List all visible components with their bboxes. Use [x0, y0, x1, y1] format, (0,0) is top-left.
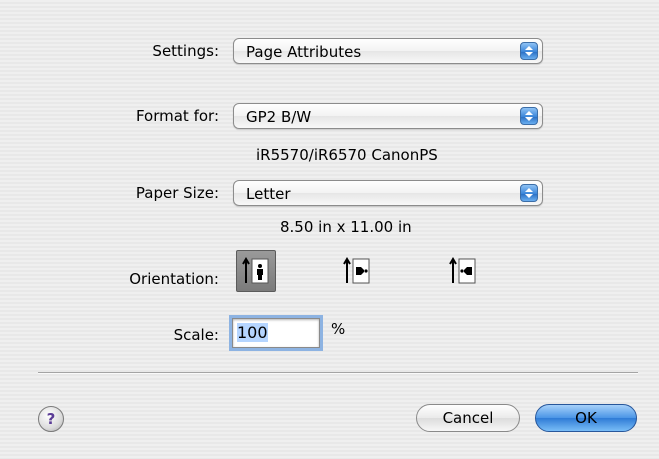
orientation-landscape-button[interactable] — [337, 250, 377, 292]
orientation-label: Orientation: — [129, 270, 219, 288]
orientation-portrait-button[interactable] — [236, 250, 276, 292]
scale-value: 100 — [237, 323, 268, 342]
divider — [38, 372, 638, 374]
settings-popup[interactable]: Page Attributes — [233, 38, 543, 64]
paper-size-value: Letter — [246, 185, 291, 203]
paper-dimensions-text: 8.50 in x 11.00 in — [280, 218, 412, 236]
reverse-landscape-icon — [449, 257, 476, 284]
scale-input[interactable]: 100 — [229, 315, 323, 351]
orientation-reverse-landscape-button[interactable] — [443, 250, 483, 292]
printer-model-text: iR5570/iR6570 CanonPS — [256, 146, 438, 164]
portrait-icon — [242, 257, 269, 284]
format-for-label: Format for: — [135, 107, 219, 125]
scale-label: Scale: — [173, 326, 219, 344]
format-for-value: GP2 B/W — [246, 108, 312, 126]
paper-size-popup[interactable]: Letter — [233, 180, 543, 206]
settings-label: Settings: — [152, 42, 219, 60]
help-icon: ? — [46, 410, 56, 428]
scale-unit: % — [331, 320, 346, 338]
settings-value: Page Attributes — [246, 43, 362, 61]
popup-arrows-icon — [520, 107, 538, 125]
help-button[interactable]: ? — [38, 406, 64, 432]
format-for-popup[interactable]: GP2 B/W — [233, 103, 543, 129]
ok-button[interactable]: OK — [535, 404, 637, 432]
cancel-button[interactable]: Cancel — [416, 404, 520, 432]
paper-size-label: Paper Size: — [135, 184, 219, 202]
popup-arrows-icon — [520, 184, 538, 202]
landscape-icon — [343, 257, 370, 284]
popup-arrows-icon — [520, 42, 538, 60]
